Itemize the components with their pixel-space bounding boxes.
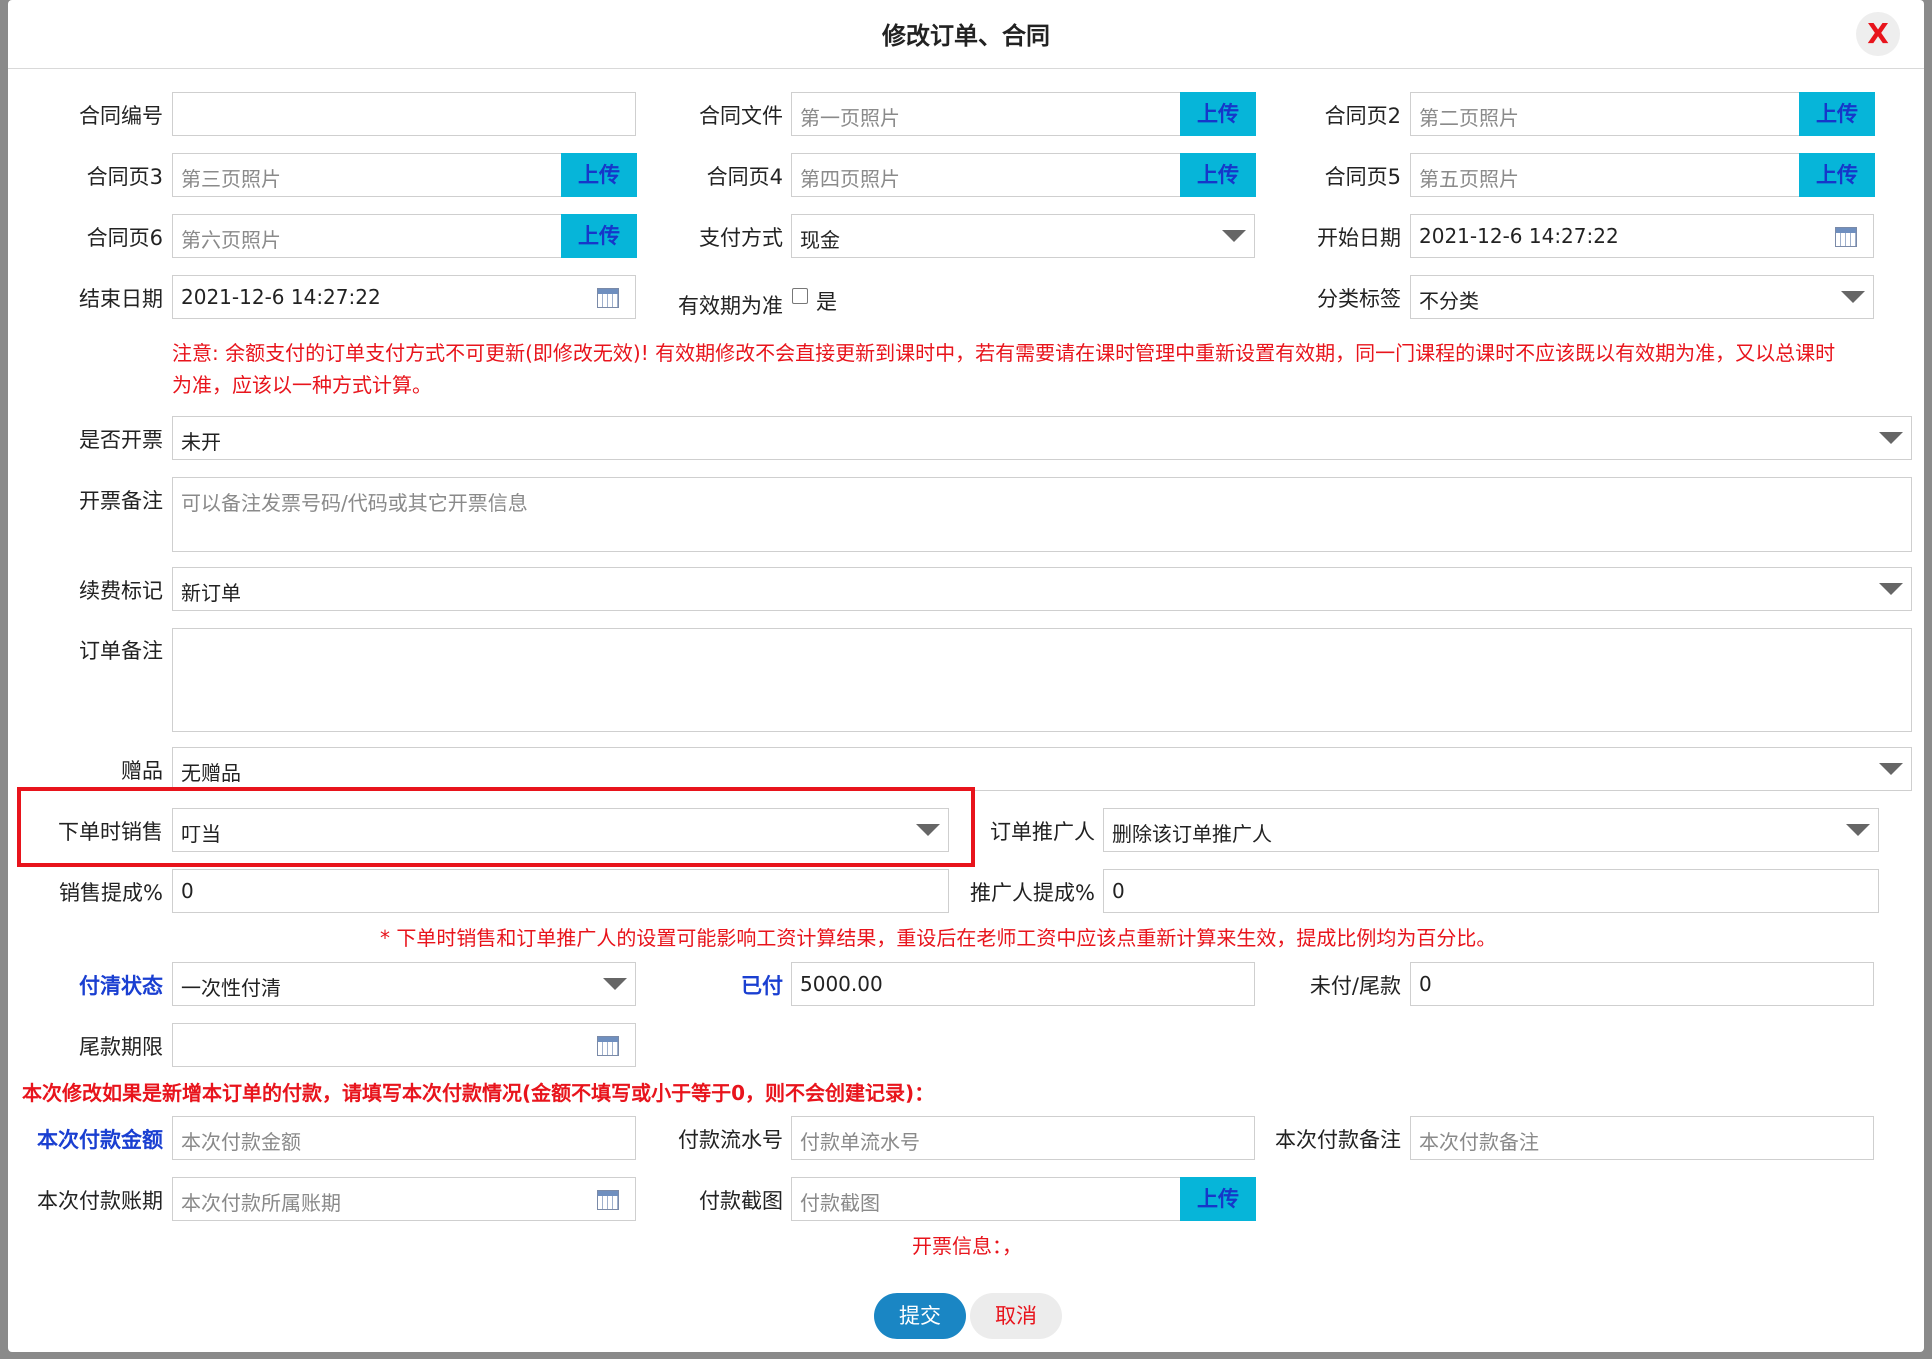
invoice-issued-label: 是否开票 (79, 428, 163, 452)
validity-basis-option: 是 (816, 290, 837, 314)
calendar-icon[interactable] (1835, 227, 1857, 247)
unpaid-label: 未付/尾款 (1309, 974, 1401, 998)
chevron-down-icon (1879, 432, 1903, 444)
commission-note: * 下单时销售和订单推广人的设置可能影响工资计算结果，重设后在老师工资中应该点重… (380, 926, 1497, 950)
chevron-down-icon (1846, 824, 1870, 836)
promoter-commission-label: 推广人提成% (970, 881, 1095, 905)
payment-amount-label: 本次付款金额 (37, 1128, 163, 1152)
payment-screenshot-upload-button[interactable]: 上传 (1180, 1177, 1256, 1221)
payment-serial-label: 付款流水号 (678, 1128, 783, 1152)
contract-p2-upload-button[interactable]: 上传 (1799, 92, 1875, 136)
contract-p4-upload-button[interactable]: 上传 (1180, 153, 1256, 197)
contract-p3-upload-button[interactable]: 上传 (561, 153, 637, 197)
contract-file-label: 合同文件 (699, 104, 783, 128)
validity-basis-label: 有效期为准 (678, 294, 783, 318)
balance-deadline-label: 尾款期限 (79, 1035, 163, 1059)
contract-p5-input[interactable]: 第五页照片 (1410, 153, 1800, 197)
payoff-status-select[interactable]: 一次性付清 (172, 962, 636, 1006)
payment-period-input[interactable]: 本次付款所属账期 (172, 1177, 636, 1221)
contract-p3-input[interactable]: 第三页照片 (172, 153, 562, 197)
payment-screenshot-input[interactable]: 付款截图 (791, 1177, 1181, 1221)
payment-note-input[interactable]: 本次付款备注 (1410, 1116, 1874, 1160)
contract-file-upload-button[interactable]: 上传 (1180, 92, 1256, 136)
contract-p5-upload-button[interactable]: 上传 (1799, 153, 1875, 197)
contract-no-input[interactable] (172, 92, 636, 136)
order-note-textarea[interactable] (172, 628, 1912, 732)
order-promoter-select[interactable]: 删除该订单推广人 (1103, 808, 1879, 852)
validity-basis-checkbox[interactable] (792, 288, 808, 304)
renewal-mark-label: 续费标记 (79, 579, 163, 603)
payment-note: 本次修改如果是新增本订单的付款，请填写本次付款情况(金额不填写或小于等于0，则不… (22, 1081, 935, 1105)
contract-p4-label: 合同页4 (706, 165, 783, 189)
payment-method-select[interactable]: 现金 (791, 214, 1255, 258)
balance-deadline-input[interactable] (172, 1023, 636, 1067)
renewal-mark-select[interactable]: 新订单 (172, 567, 1912, 611)
contract-p2-label: 合同页2 (1324, 104, 1401, 128)
close-button[interactable]: X (1856, 12, 1900, 56)
sales-at-order-select[interactable]: 叮当 (172, 808, 949, 852)
category-tag-select[interactable]: 不分类 (1410, 275, 1874, 319)
chevron-down-icon (1841, 291, 1865, 303)
end-date-input[interactable]: 2021-12-6 14:27:22 (172, 275, 636, 319)
payment-period-label: 本次付款账期 (37, 1189, 163, 1213)
paid-input[interactable]: 5000.00 (791, 962, 1255, 1006)
payment-note-label: 本次付款备注 (1275, 1128, 1401, 1152)
invoice-note-textarea[interactable]: 可以备注发票号码/代码或其它开票信息 (172, 477, 1912, 552)
validity-note-line1: 注意: 余额支付的订单支付方式不可更新(即修改无效)! 有效期修改不会直接更新到… (172, 341, 1836, 365)
gift-label: 赠品 (121, 759, 163, 783)
paid-label: 已付 (741, 974, 783, 998)
payment-method-label: 支付方式 (699, 226, 783, 250)
contract-no-label: 合同编号 (79, 104, 163, 128)
chevron-down-icon (916, 824, 940, 836)
sales-at-order-label: 下单时销售 (58, 820, 163, 844)
start-date-input[interactable]: 2021-12-6 14:27:22 (1410, 214, 1874, 258)
contract-p6-input[interactable]: 第六页照片 (172, 214, 562, 258)
contract-p5-label: 合同页5 (1324, 165, 1401, 189)
chevron-down-icon (1879, 763, 1903, 775)
unpaid-input[interactable]: 0 (1410, 962, 1874, 1006)
order-promoter-label: 订单推广人 (990, 820, 1095, 844)
contract-file-input[interactable]: 第一页照片 (791, 92, 1181, 136)
contract-p6-upload-button[interactable]: 上传 (561, 214, 637, 258)
payment-screenshot-label: 付款截图 (699, 1189, 783, 1213)
contract-p2-input[interactable]: 第二页照片 (1410, 92, 1800, 136)
payment-amount-input[interactable]: 本次付款金额 (172, 1116, 636, 1160)
calendar-icon[interactable] (597, 1190, 619, 1210)
payment-serial-input[interactable]: 付款单流水号 (791, 1116, 1255, 1160)
invoice-issued-select[interactable]: 未开 (172, 416, 1912, 460)
gift-select[interactable]: 无赠品 (172, 747, 1912, 791)
submit-button[interactable]: 提交 (874, 1293, 966, 1339)
dialog-header: 修改订单、合同 X (8, 0, 1924, 69)
chevron-down-icon (603, 978, 627, 990)
contract-p3-label: 合同页3 (86, 165, 163, 189)
start-date-label: 开始日期 (1317, 226, 1401, 250)
promoter-commission-input[interactable]: 0 (1103, 869, 1879, 913)
invoice-info-text: 开票信息：， (912, 1234, 1022, 1258)
contract-p6-label: 合同页6 (86, 226, 163, 250)
cancel-button[interactable]: 取消 (970, 1293, 1062, 1339)
end-date-label: 结束日期 (79, 287, 163, 311)
validity-note-line2: 为准，应该以一种方式计算。 (172, 373, 432, 397)
payoff-status-label: 付清状态 (79, 974, 163, 998)
chevron-down-icon (1879, 583, 1903, 595)
contract-p4-input[interactable]: 第四页照片 (791, 153, 1181, 197)
chevron-down-icon (1222, 230, 1246, 242)
sales-commission-label: 销售提成% (59, 881, 163, 905)
category-tag-label: 分类标签 (1317, 287, 1401, 311)
sales-commission-input[interactable]: 0 (172, 869, 949, 913)
calendar-icon[interactable] (597, 288, 619, 308)
dialog-title: 修改订单、合同 (882, 22, 1050, 50)
invoice-note-label: 开票备注 (79, 489, 163, 513)
order-note-label: 订单备注 (79, 639, 163, 663)
calendar-icon[interactable] (597, 1036, 619, 1056)
